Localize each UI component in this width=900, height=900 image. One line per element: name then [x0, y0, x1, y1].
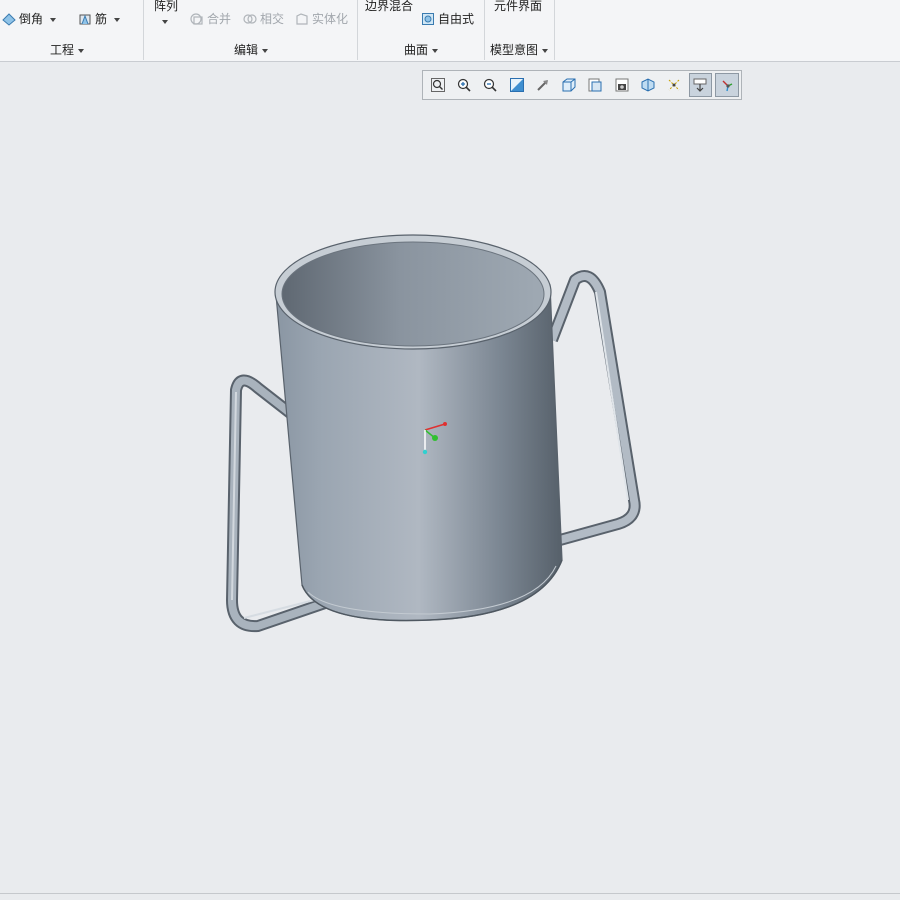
right-handle	[546, 270, 641, 546]
model-viewport[interactable]	[0, 0, 900, 900]
cup-body	[274, 234, 563, 622]
status-bar-divider	[0, 893, 900, 894]
